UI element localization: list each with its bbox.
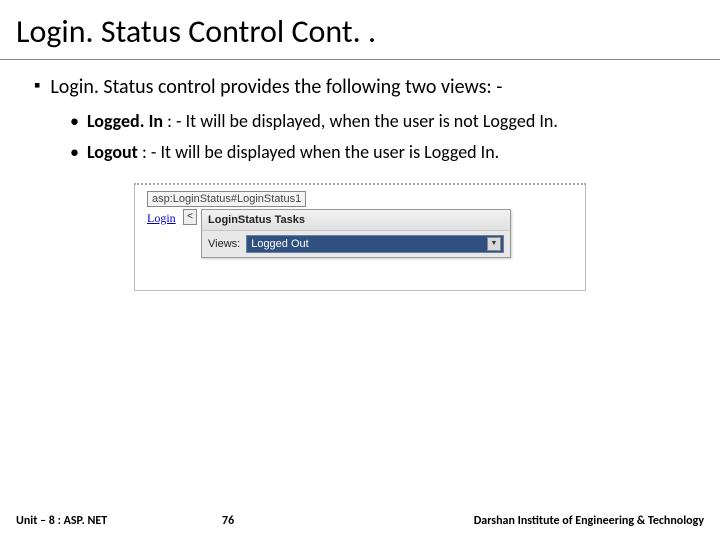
tasks-panel: LoginStatus Tasks Views: Logged Out ▼ — [201, 209, 511, 258]
designer-screenshot: asp:LoginStatus#LoginStatus1 Login < Log… — [134, 183, 586, 291]
bullet-rest: : - It will be displayed, when the user … — [163, 110, 558, 132]
slide-title: Login. Status Control Cont. . — [0, 0, 720, 60]
bullet-text: Login. Status control provides the follo… — [50, 74, 502, 100]
footer-page-number: 76 — [222, 514, 234, 528]
bullet-sub-2: • Logout : - It will be displayed when t… — [70, 141, 686, 164]
control-tag-label: asp:LoginStatus#LoginStatus1 — [147, 191, 306, 207]
bold-term: Logged. In — [87, 110, 163, 132]
footer-left: Unit – 8 : ASP. NET — [16, 514, 107, 528]
bullet-marker: • — [70, 141, 79, 164]
views-row: Views: Logged Out ▼ — [202, 231, 510, 257]
smart-tag-button[interactable]: < — [183, 209, 197, 225]
chevron-down-icon[interactable]: ▼ — [487, 237, 501, 251]
bullet-rest: : - It will be displayed when the user i… — [138, 141, 499, 163]
bullet-marker: ▪ — [34, 74, 40, 97]
bullet-marker: • — [70, 110, 79, 133]
footer-right: Darshan Institute of Engineering & Techn… — [474, 514, 704, 528]
bullet-text: Logged. In : - It will be displayed, whe… — [87, 110, 558, 133]
tasks-panel-title: LoginStatus Tasks — [202, 210, 510, 231]
slide-footer: Unit – 8 : ASP. NET 76 Darshan Institute… — [0, 514, 720, 528]
bullet-text: Logout : - It will be displayed when the… — [87, 141, 499, 164]
bullet-sub-1: • Logged. In : - It will be displayed, w… — [70, 110, 686, 133]
views-label: Views: — [208, 238, 240, 250]
login-link[interactable]: Login — [147, 211, 176, 226]
views-dropdown-value: Logged Out — [251, 238, 309, 250]
bold-term: Logout — [87, 141, 138, 163]
bullet-main: ▪ Login. Status control provides the fol… — [34, 74, 686, 100]
slide-content: ▪ Login. Status control provides the fol… — [0, 60, 720, 291]
views-dropdown[interactable]: Logged Out ▼ — [246, 235, 504, 253]
